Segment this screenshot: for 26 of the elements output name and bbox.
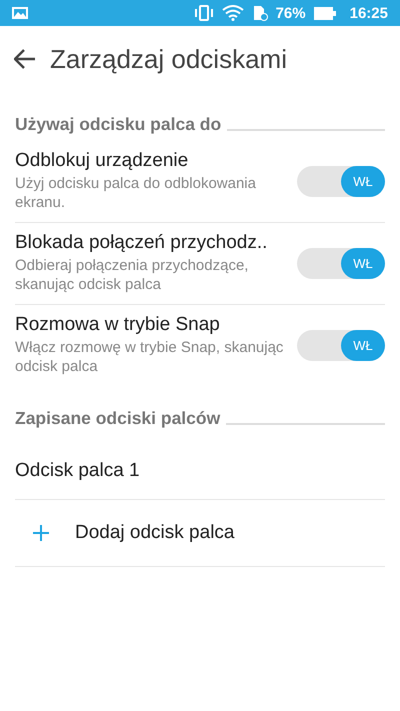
back-arrow-icon[interactable]	[14, 49, 36, 69]
toggle-switch[interactable]: WŁ	[297, 166, 385, 196]
clock: 16:25	[350, 4, 388, 22]
setting-summary: Odbieraj połączenia przychodzące, skanując odcisk palca	[15, 256, 250, 294]
screen-title: Zarządzaj odciskami	[50, 44, 287, 74]
section-header: Używaj odcisku palca do	[15, 114, 222, 135]
battery-icon	[314, 6, 336, 20]
setting-title: Odblokuj urządzenie	[15, 150, 190, 172]
setting-summary: Użyj odcisku palca do odblokowania ekranu.	[15, 174, 257, 212]
add-fingerprint-link[interactable]: Dodaj odcisk palca	[75, 522, 234, 544]
toggle-switch[interactable]: WŁ	[297, 248, 385, 278]
vibrate-icon	[194, 5, 214, 21]
setting-title: Rozmowa w trybie Snap	[15, 314, 221, 336]
switch-thumb: WŁ	[341, 248, 385, 278]
setting-title: Blokada połączeń przychodz..	[15, 232, 268, 254]
switch-thumb: WŁ	[341, 330, 385, 360]
toggle-switch[interactable]: WŁ	[297, 330, 385, 360]
section-header: Zapisane odciski palców	[15, 408, 220, 429]
fingerprint-entry[interactable]: Odcisk palca 1	[15, 460, 140, 482]
switch-thumb: WŁ	[341, 166, 385, 196]
image-icon	[12, 7, 28, 19]
wifi-icon	[222, 5, 244, 21]
sd-card-icon	[252, 5, 268, 21]
plus-icon	[33, 525, 49, 541]
setting-summary: Włącz rozmowę w trybie Snap, skanując odcisk palca	[15, 338, 284, 376]
battery-percent: 76%	[276, 4, 306, 22]
